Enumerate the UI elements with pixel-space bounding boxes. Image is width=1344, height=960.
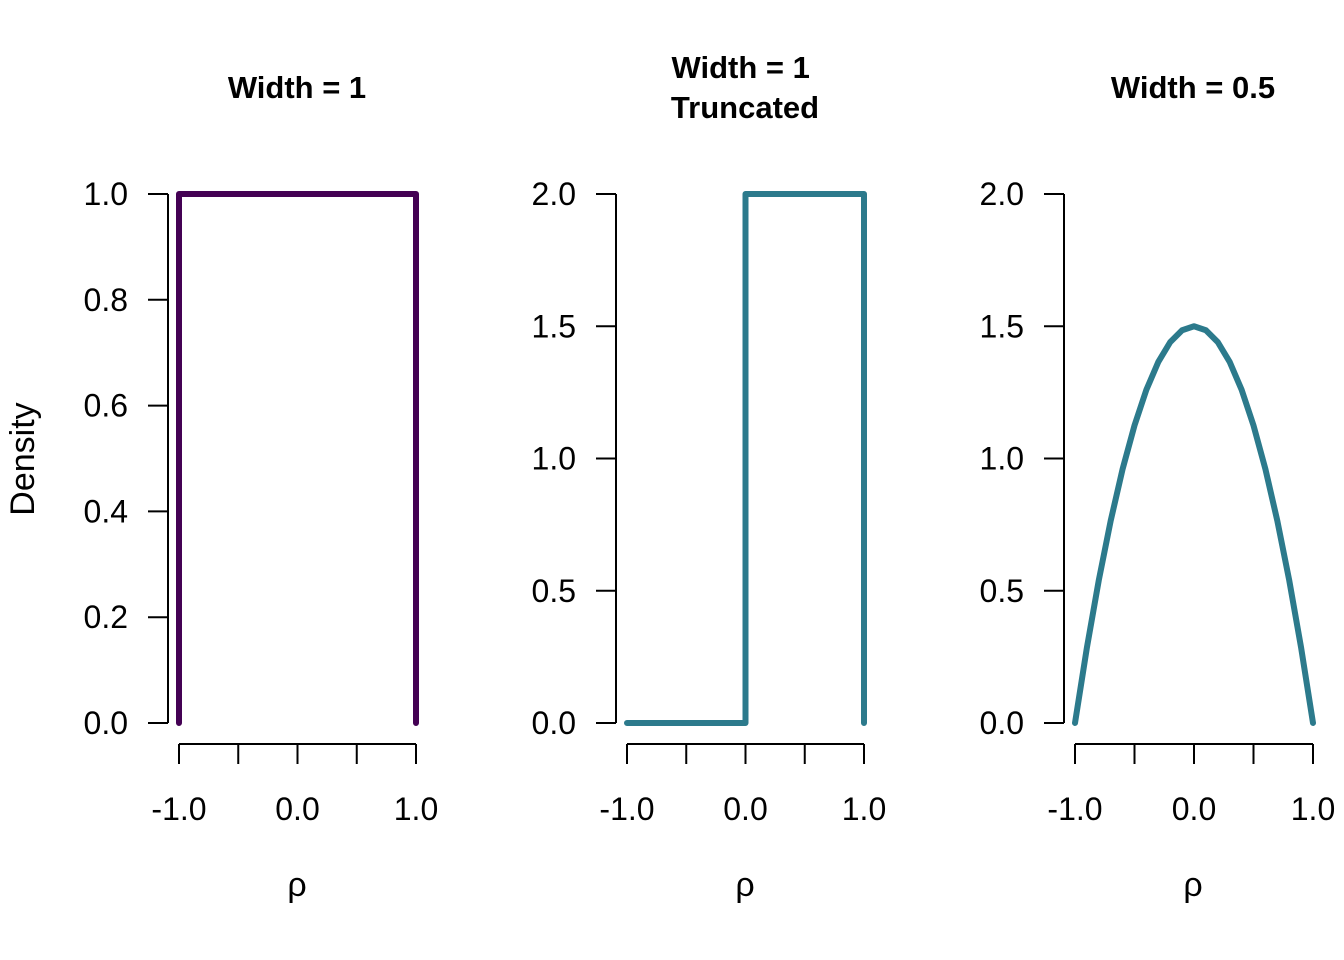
y-tick-label: 1.0 [84, 176, 128, 212]
y-tick-label: 1.5 [532, 308, 576, 344]
panel-width-0-5: Width = 0.5 ρ 0.0 0.5 1.0 1.5 2.0 -1.0 0.0 1.0 [980, 70, 1336, 904]
x-tick-label: 1.0 [394, 791, 438, 827]
y-tick-label: 0.4 [84, 493, 128, 529]
panel-title-line-1: Width = 1 [672, 50, 810, 85]
y-tick-label: 2.0 [532, 176, 576, 212]
panel-width-1-truncated: Width = 1 Truncated ρ 0.0 0.5 1.0 1.5 2.0 -1.… [532, 50, 887, 904]
x-tick-label: -1.0 [151, 791, 206, 827]
y-axis-label: Density [4, 402, 42, 515]
y-tick-label: 0.5 [980, 573, 1024, 609]
x-tick-label: -1.0 [1047, 791, 1102, 827]
y-tick-label: 0.2 [84, 599, 128, 635]
y-tick-label: 1.0 [532, 441, 576, 477]
panel-title-line-2: Truncated [671, 90, 819, 125]
y-tick-label: 0.0 [532, 705, 576, 741]
x-tick-label: 1.0 [1291, 791, 1335, 827]
figure: Width = 1 Density ρ 0.0 0.2 0.4 0.6 0.8 1.0 -1… [4, 50, 1336, 904]
y-tick-label: 0.0 [84, 705, 128, 741]
x-tick-label: 0.0 [1172, 791, 1216, 827]
x-tick-label: 0.0 [723, 791, 767, 827]
density-line [176, 191, 419, 726]
density-line [1072, 323, 1316, 726]
y-tick-label: 0.5 [532, 573, 576, 609]
x-tick-label: 0.0 [275, 791, 319, 827]
x-axis-label: ρ [287, 866, 306, 904]
x-tick-label: -1.0 [599, 791, 654, 827]
y-tick-label: 2.0 [980, 176, 1024, 212]
x-axis-label: ρ [1183, 866, 1202, 904]
y-tick-label: 0.8 [84, 282, 128, 318]
y-tick-label: 1.5 [980, 308, 1024, 344]
panel-title: Width = 0.5 [1111, 70, 1275, 105]
x-tick-label: 1.0 [842, 791, 886, 827]
panel-width-1: Width = 1 Density ρ 0.0 0.2 0.4 0.6 0.8 1.0 -1… [4, 70, 438, 904]
panel-title: Width = 1 Truncated [671, 50, 819, 125]
panel-title: Width = 1 [228, 70, 366, 105]
y-tick-label: 0.0 [980, 705, 1024, 741]
density-line [624, 191, 867, 726]
x-axis-label: ρ [735, 866, 754, 904]
y-tick-label: 0.6 [84, 388, 128, 424]
y-tick-label: 1.0 [980, 441, 1024, 477]
